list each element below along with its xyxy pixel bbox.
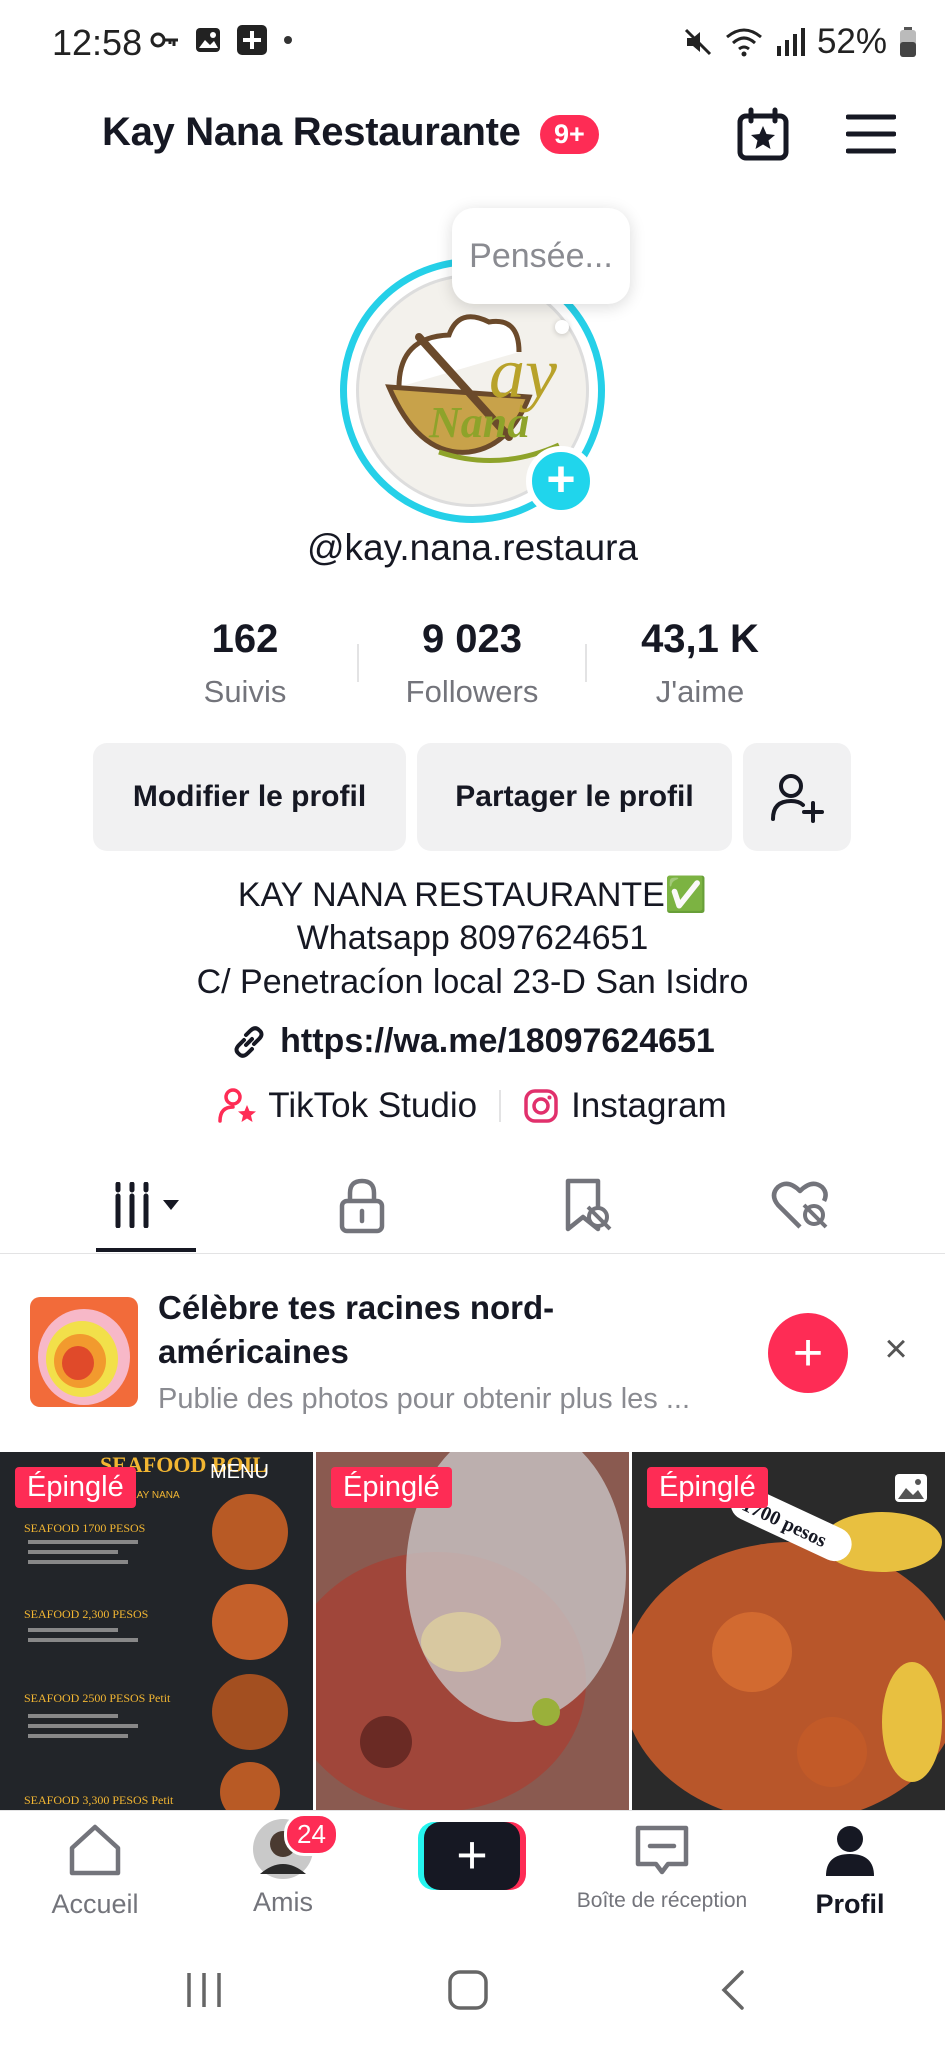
share-profile-button[interactable]: Partager le profil	[417, 743, 732, 851]
friends-count-badge: 24	[284, 1813, 339, 1856]
bio-line: Whatsapp 8097624651	[296, 919, 649, 957]
menu-icon[interactable]	[846, 112, 896, 156]
stat-value: 162	[211, 617, 279, 661]
status-right: 52%	[683, 22, 917, 62]
battery-percent: 52%	[816, 22, 887, 61]
photo-post-icon	[895, 1474, 927, 1502]
plus-icon: +	[424, 1822, 520, 1890]
gallery-icon	[196, 28, 220, 52]
tabs-divider	[0, 1253, 945, 1254]
home-icon	[69, 1824, 121, 1876]
add-story-button[interactable]: +	[526, 446, 596, 516]
close-icon[interactable]: ×	[878, 1329, 914, 1369]
stat-value: 43,1 K	[641, 617, 759, 661]
nav-home[interactable]: Accueil	[5, 1822, 185, 1920]
nav-profile[interactable]: Profil	[760, 1822, 940, 1920]
signal-icon	[776, 28, 805, 56]
recent-apps-icon[interactable]	[183, 1970, 225, 2010]
menu-brand: KAY NANA	[130, 1490, 180, 1501]
bio-line: C/ Penetracíon local 23-D San Isidro	[196, 963, 749, 1001]
nav-friends-label: Amis	[253, 1887, 313, 1917]
bookmark-hidden-icon[interactable]	[556, 1175, 616, 1235]
inbox-icon	[635, 1825, 689, 1875]
menu-item: SEAFOOD 2,300 PESOS	[24, 1607, 148, 1621]
stat-following[interactable]: 162 Suivis	[135, 617, 355, 710]
username: @kay.nana.restaura	[307, 527, 638, 568]
chevron-down-icon	[163, 1200, 179, 1210]
tab-videos[interactable]	[96, 1175, 196, 1235]
video-grid-icon	[115, 1182, 149, 1228]
tiktok-studio-link[interactable]: TikTok Studio	[218, 1086, 477, 1126]
dot-icon	[284, 36, 292, 44]
promo-title: Célèbre tes racines nord-américaines	[158, 1289, 555, 1370]
stat-divider	[357, 644, 359, 682]
nav-home-label: Accueil	[51, 1889, 139, 1919]
nav-friends[interactable]: Amis	[193, 1819, 373, 1918]
stat-value: 9 023	[421, 617, 523, 661]
active-tab-indicator	[96, 1248, 196, 1252]
heart-hidden-icon[interactable]	[770, 1175, 830, 1235]
links-divider	[499, 1090, 502, 1122]
mute-icon	[684, 28, 711, 56]
pinned-badge: Épinglé	[15, 1467, 136, 1508]
profile-links: TikTok Studio Instagram	[0, 1086, 945, 1126]
stat-divider	[585, 644, 587, 682]
bio-link-text: https://wa.me/18097624651	[280, 1022, 715, 1060]
profile-icon	[826, 1826, 874, 1876]
pinned-badge: Épinglé	[331, 1467, 452, 1508]
tiktok-studio-label: TikTok Studio	[268, 1086, 478, 1125]
menu-item: SEAFOOD 2500 PESOS Petit	[24, 1691, 171, 1705]
instagram-label: Instagram	[571, 1086, 727, 1125]
battery-icon	[900, 27, 916, 57]
page-title: Kay Nana Restaurante	[102, 110, 521, 154]
pinned-badge: Épinglé	[647, 1467, 768, 1508]
calendar-star-icon[interactable]	[735, 107, 791, 163]
promo-add-button[interactable]: +	[768, 1313, 848, 1393]
status-time: 12:58	[52, 22, 143, 63]
instagram-icon	[524, 1089, 558, 1123]
lock-icon[interactable]	[332, 1175, 392, 1235]
creator-star-icon	[218, 1088, 257, 1123]
instagram-link[interactable]: Instagram	[523, 1086, 727, 1126]
add-friend-button[interactable]	[743, 743, 851, 851]
status-notification-icons	[150, 24, 294, 56]
promo-thumbnail	[30, 1297, 138, 1407]
stat-label: J'aime	[655, 674, 745, 709]
link-icon	[234, 1025, 264, 1058]
menu-item: SEAFOOD 1700 PESOS	[24, 1521, 145, 1535]
bio-line: KAY NANA RESTAURANTE✅	[237, 876, 708, 914]
create-button[interactable]: +	[418, 1822, 526, 1890]
thought-bubble-tail	[555, 320, 569, 334]
stat-likes[interactable]: 43,1 K J'aime	[590, 617, 810, 710]
stat-label: Followers	[405, 674, 539, 709]
home-button-icon[interactable]	[446, 1968, 490, 2012]
add-box-icon	[237, 25, 267, 55]
thought-bubble[interactable]: Pensée...	[452, 208, 630, 304]
account-switch-badge[interactable]: 9+	[540, 115, 599, 154]
svg-text:Nana: Nana	[428, 398, 529, 447]
nav-inbox-label: Boîte de réception	[576, 1889, 748, 1912]
nav-profile-label: Profil	[815, 1889, 885, 1919]
back-icon[interactable]	[718, 1968, 748, 2012]
edit-profile-button[interactable]: Modifier le profil	[93, 743, 406, 851]
stat-followers[interactable]: 9 023 Followers	[362, 617, 582, 710]
menu-item: SEAFOOD 3,300 PESOS Petit	[24, 1793, 174, 1807]
add-user-icon	[771, 774, 824, 823]
promo-subtitle: Publie des photos pour obtenir plus les …	[158, 1383, 690, 1415]
menu-label: MENU	[210, 1461, 269, 1483]
nav-inbox[interactable]: Boîte de réception	[572, 1822, 752, 1913]
key-icon	[150, 32, 178, 48]
bio-link[interactable]: https://wa.me/18097624651	[0, 1022, 945, 1061]
stat-label: Suivis	[203, 674, 287, 709]
wifi-icon	[725, 28, 762, 57]
